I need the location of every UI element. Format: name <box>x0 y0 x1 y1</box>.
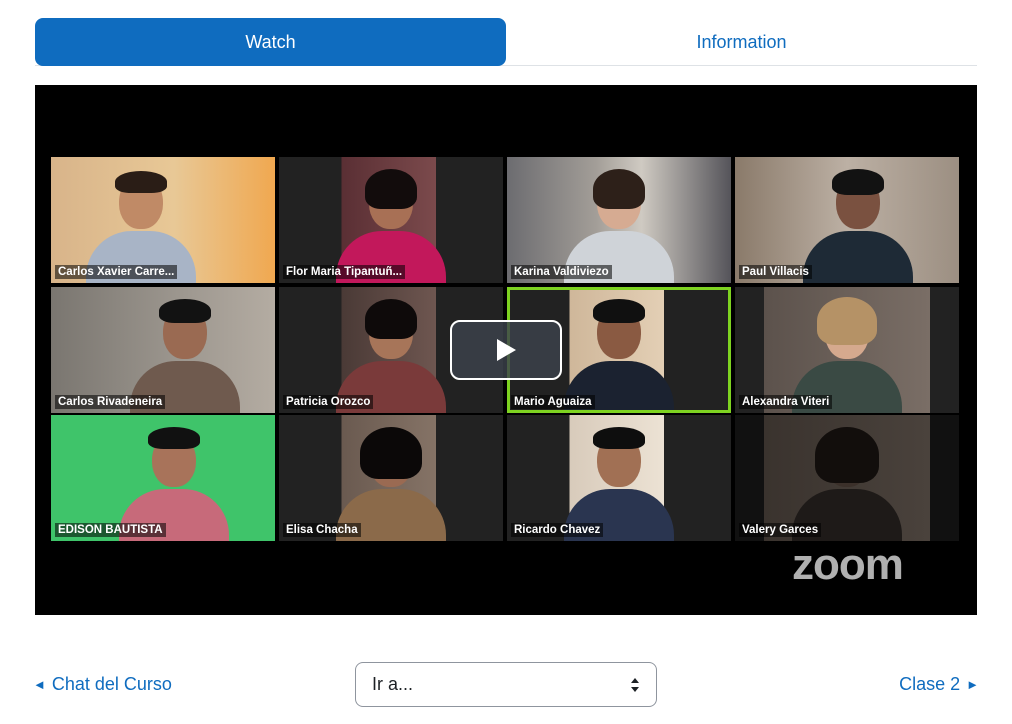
participant-tile: Elisa Chacha <box>279 415 503 541</box>
select-caret-icon <box>631 678 639 692</box>
jump-to-value: Ir a... <box>372 674 414 694</box>
jump-to-select[interactable]: Ir a... <box>355 662 657 707</box>
participant-name: Karina Valdiviezo <box>511 265 612 279</box>
video-player[interactable]: Carlos Xavier Carre... Flor Maria Tipant… <box>35 85 977 615</box>
participant-name: Ricardo Chavez <box>511 523 604 537</box>
participant-name: Mario Aguaiza <box>511 395 595 409</box>
participant-tile: Carlos Xavier Carre... <box>51 157 275 283</box>
participant-tile: Alexandra Viteri <box>735 287 959 413</box>
participant-name: Elisa Chacha <box>283 523 361 537</box>
participant-tile: EDISON BAUTISTA <box>51 415 275 541</box>
participant-tile: Karina Valdiviezo <box>507 157 731 283</box>
participant-tile: Carlos Rivadeneira <box>51 287 275 413</box>
participant-tile: Flor Maria Tipantuñ... <box>279 157 503 283</box>
participant-tile: Paul Villacis <box>735 157 959 283</box>
participant-name: Flor Maria Tipantuñ... <box>283 265 406 279</box>
play-button[interactable] <box>450 320 562 380</box>
participant-name: Valery Garces <box>739 523 822 537</box>
participant-name: Carlos Rivadeneira <box>55 395 166 409</box>
participant-name: Carlos Xavier Carre... <box>55 265 178 279</box>
tab-information[interactable]: Information <box>506 18 977 66</box>
play-icon <box>497 339 516 361</box>
participant-tile: Valery Garces <box>735 415 959 541</box>
participant-tile: Ricardo Chavez <box>507 415 731 541</box>
participant-name: EDISON BAUTISTA <box>55 523 166 537</box>
arrow-left-icon: ◄ <box>33 677 46 692</box>
tab-bar: Watch Information <box>35 18 977 66</box>
previous-activity-label: Chat del Curso <box>51 674 172 694</box>
participant-name: Paul Villacis <box>739 265 812 279</box>
participant-name: Alexandra Viteri <box>739 395 833 409</box>
previous-activity-link[interactable]: ◄ Chat del Curso <box>33 674 172 695</box>
tab-watch[interactable]: Watch <box>35 18 506 66</box>
participant-name: Patricia Orozco <box>283 395 374 409</box>
arrow-right-icon: ► <box>966 677 979 692</box>
zoom-logo: zoom <box>792 540 904 589</box>
next-activity-label: Clase 2 <box>899 674 961 694</box>
next-activity-link[interactable]: Clase 2 ► <box>899 674 979 695</box>
